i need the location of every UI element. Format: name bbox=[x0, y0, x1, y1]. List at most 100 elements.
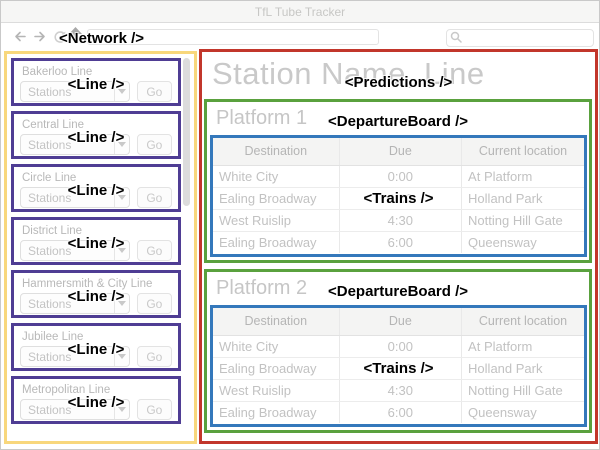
train-due: 6:00 bbox=[339, 401, 461, 423]
predictions-panel: Station Name, Line <Predictions /> Platf… bbox=[199, 49, 598, 444]
stations-select[interactable]: Stations bbox=[20, 240, 130, 261]
departure-board-platform-1: Platform 1 <DepartureBoard /> Destinatio… bbox=[204, 99, 592, 263]
column-header-destination: Destination bbox=[213, 138, 339, 165]
sidebar-scrollbar[interactable] bbox=[183, 58, 190, 206]
train-destination: Ealing Broadway bbox=[213, 187, 339, 209]
chevron-down-icon bbox=[114, 135, 129, 154]
train-location: At Platform bbox=[462, 165, 584, 187]
train-row: West Ruislip 4:30 Notting Hill Gate bbox=[213, 209, 584, 231]
line-card-jubilee: Jubilee Line Stations Go <Line /> bbox=[11, 323, 181, 371]
trains-table-container: Destination Due Current location White C… bbox=[210, 305, 587, 427]
column-header-destination: Destination bbox=[213, 308, 339, 335]
train-location: Queensway bbox=[462, 231, 584, 253]
line-card-district: District Line Stations Go <Line /> bbox=[11, 217, 181, 265]
line-name: Metropolitan Line bbox=[22, 384, 178, 396]
stations-select[interactable]: Stations bbox=[20, 346, 130, 367]
line-card-bakerloo: Bakerloo Line Stations Go <Line /> bbox=[11, 58, 181, 106]
stations-select-value: Stations bbox=[21, 191, 71, 205]
search-field bbox=[446, 28, 594, 46]
stations-select[interactable]: Stations bbox=[20, 134, 130, 155]
train-location: Notting Hill Gate bbox=[462, 379, 584, 401]
stations-select-value: Stations bbox=[21, 244, 71, 258]
platform-title: Platform 1 bbox=[216, 107, 307, 130]
table-header-row: Destination Due Current location bbox=[213, 308, 584, 335]
line-name: District Line bbox=[22, 225, 178, 237]
app-window: TfL Tube Tracker <Network /> Bakerloo Li bbox=[0, 0, 600, 450]
stations-select-value: Stations bbox=[21, 350, 71, 364]
chevron-down-icon bbox=[114, 400, 129, 419]
line-name: Bakerloo Line bbox=[22, 66, 178, 78]
train-due: 0:00 bbox=[339, 165, 461, 187]
line-name: Circle Line bbox=[22, 172, 178, 184]
line-card-central: Central Line Stations Go <Line /> bbox=[11, 111, 181, 159]
go-button[interactable]: Go bbox=[137, 346, 172, 367]
train-due: 6:00 bbox=[339, 231, 461, 253]
upload-arrow-icon[interactable] bbox=[68, 27, 83, 43]
network-panel: Bakerloo Line Stations Go <Line /> Centr… bbox=[4, 51, 197, 444]
column-header-current-location: Current location bbox=[462, 308, 584, 335]
chevron-down-icon bbox=[114, 347, 129, 366]
train-row: Ealing Broadway 6:00 Queensway bbox=[213, 231, 584, 253]
column-header-due: Due bbox=[339, 308, 461, 335]
train-location: At Platform bbox=[462, 335, 584, 357]
search-input[interactable] bbox=[446, 29, 594, 47]
line-name: Hammersmith & City Line bbox=[22, 278, 178, 290]
stations-select[interactable]: Stations bbox=[20, 293, 130, 314]
trains-table-container: Destination Due Current location White C… bbox=[210, 135, 587, 257]
go-button[interactable]: Go bbox=[137, 134, 172, 155]
train-destination: Ealing Broadway bbox=[213, 231, 339, 253]
chevron-down-icon bbox=[114, 82, 129, 101]
train-location: Notting Hill Gate bbox=[462, 209, 584, 231]
stations-select[interactable]: Stations bbox=[20, 81, 130, 102]
train-location: Holland Park bbox=[462, 187, 584, 209]
train-destination: West Ruislip bbox=[213, 379, 339, 401]
forward-icon[interactable] bbox=[33, 30, 47, 46]
departure-board-annotation: <DepartureBoard /> bbox=[328, 113, 468, 130]
train-row: Ealing Broadway 6:00 Queensway bbox=[213, 401, 584, 423]
stations-select-value: Stations bbox=[21, 85, 71, 99]
trains-table: Destination Due Current location White C… bbox=[213, 308, 584, 423]
train-row: West Ruislip 4:30 Notting Hill Gate bbox=[213, 379, 584, 401]
column-header-current-location: Current location bbox=[462, 138, 584, 165]
address-bar-input[interactable] bbox=[87, 29, 379, 45]
departure-board-platform-2: Platform 2 <DepartureBoard /> Destinatio… bbox=[204, 269, 592, 433]
train-due: 2:00 bbox=[339, 357, 461, 379]
train-due: 4:30 bbox=[339, 209, 461, 231]
train-destination: West Ruislip bbox=[213, 209, 339, 231]
go-button[interactable]: Go bbox=[137, 293, 172, 314]
train-location: Holland Park bbox=[462, 357, 584, 379]
line-name: Jubilee Line bbox=[22, 331, 178, 343]
refresh-icon[interactable] bbox=[53, 30, 67, 47]
chevron-down-icon bbox=[114, 294, 129, 313]
trains-table: Destination Due Current location White C… bbox=[213, 138, 584, 253]
train-row: White City 0:00 At Platform bbox=[213, 165, 584, 187]
train-due: 0:00 bbox=[339, 335, 461, 357]
column-header-due: Due bbox=[339, 138, 461, 165]
window-title: TfL Tube Tracker bbox=[255, 5, 345, 19]
stations-select[interactable]: Stations bbox=[20, 187, 130, 208]
go-button[interactable]: Go bbox=[137, 399, 172, 420]
go-button[interactable]: Go bbox=[137, 187, 172, 208]
stations-select[interactable]: Stations bbox=[20, 399, 130, 420]
stations-select-value: Stations bbox=[21, 403, 71, 417]
line-name: Central Line bbox=[22, 119, 178, 131]
search-icon bbox=[450, 31, 462, 43]
line-card-hammersmith-city: Hammersmith & City Line Stations Go <Lin… bbox=[11, 270, 181, 318]
table-header-row: Destination Due Current location bbox=[213, 138, 584, 165]
train-destination: White City bbox=[213, 335, 339, 357]
go-button[interactable]: Go bbox=[137, 81, 172, 102]
stations-select-value: Stations bbox=[21, 297, 71, 311]
chevron-down-icon bbox=[114, 241, 129, 260]
train-due: 2:00 bbox=[339, 187, 461, 209]
train-row: White City 0:00 At Platform bbox=[213, 335, 584, 357]
platform-title: Platform 2 bbox=[216, 277, 307, 300]
title-bar: TfL Tube Tracker bbox=[1, 1, 599, 23]
train-destination: Ealing Broadway bbox=[213, 357, 339, 379]
go-button[interactable]: Go bbox=[137, 240, 172, 261]
back-icon[interactable] bbox=[13, 30, 27, 46]
station-heading: Station Name, Line bbox=[212, 56, 485, 92]
line-card-metropolitan: Metropolitan Line Stations Go <Line /> bbox=[11, 376, 181, 424]
train-destination: Ealing Broadway bbox=[213, 401, 339, 423]
browser-toolbar bbox=[1, 23, 599, 51]
train-row: Ealing Broadway 2:00 Holland Park bbox=[213, 187, 584, 209]
